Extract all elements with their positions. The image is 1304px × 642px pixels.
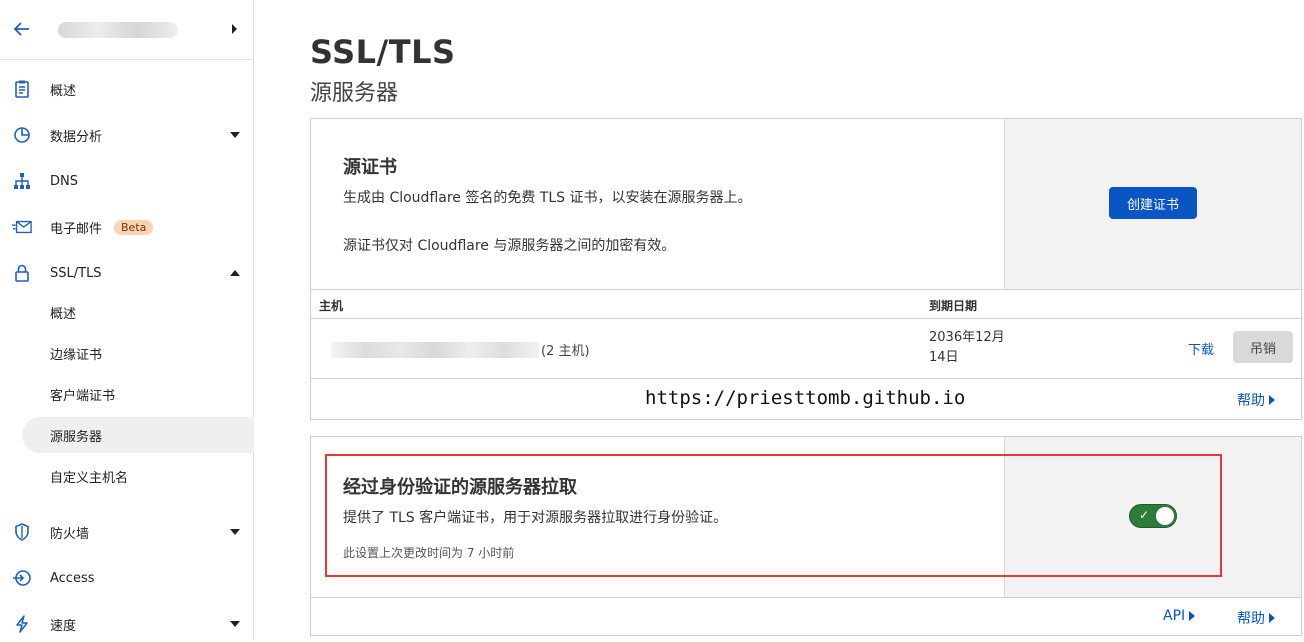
host-count: (2 主机) — [541, 344, 590, 359]
sidebar-item-speed[interactable]: 速度 — [0, 606, 254, 642]
sidebar-subitem-label: 源服务器 — [50, 429, 103, 445]
sidebar-subitem-edge-certificates[interactable]: 边缘证书 — [22, 335, 254, 371]
card-description: 生成由 Cloudflare 签名的免费 TLS 证书，以安装在源服务器上。 — [343, 190, 752, 206]
card-footer: API 帮助 — [311, 597, 1301, 637]
page-subtitle: 源服务器 — [310, 81, 399, 106]
chevron-down-icon — [230, 621, 240, 627]
sidebar-item-ssl-tls[interactable]: SSL/TLS — [0, 255, 254, 291]
highlight-box — [325, 454, 1222, 577]
clipboard-icon — [12, 79, 32, 99]
page-title: SSL/TLS — [310, 33, 456, 71]
sidebar-subitem-custom-hostnames[interactable]: 自定义主机名 — [22, 458, 254, 494]
account-name-blurred — [58, 21, 178, 38]
chevron-down-icon — [230, 132, 240, 138]
sidebar-subitem-client-certificates[interactable]: 客户端证书 — [22, 376, 254, 412]
create-certificate-button[interactable]: 创建证书 — [1109, 187, 1197, 219]
card-description-secondary: 源证书仅对 Cloudflare 与源服务器之间的加密有效。 — [343, 238, 676, 254]
help-link-label: 帮助 — [1237, 393, 1265, 409]
account-switcher[interactable] — [0, 0, 253, 60]
sidebar-item-analytics[interactable]: 数据分析 — [0, 117, 254, 153]
sidebar-item-label: 速度 — [50, 618, 77, 634]
lock-icon — [12, 263, 32, 283]
chevron-down-icon — [230, 529, 240, 535]
sidebar-item-label: DNS — [50, 173, 78, 189]
network-tree-icon — [12, 171, 32, 191]
sidebar-item-label: 数据分析 — [50, 129, 103, 145]
api-link-label: API — [1163, 608, 1186, 624]
watermark-text: https://priesttomb.github.io — [645, 387, 966, 409]
caret-right-icon — [1269, 395, 1275, 405]
chevron-up-icon — [230, 270, 240, 276]
table-row: (2 主机) 2036年12月14日 下载 吊销 — [311, 319, 1303, 379]
email-icon — [12, 217, 32, 237]
sidebar-item-label: Access — [50, 570, 95, 586]
pie-chart-icon — [12, 125, 32, 145]
sidebar-item-firewall[interactable]: 防火墙 — [0, 514, 254, 550]
beta-badge: Beta — [114, 219, 154, 235]
sidebar-item-access[interactable]: Access — [0, 560, 254, 596]
caret-right-icon — [1269, 613, 1275, 623]
download-link[interactable]: 下载 — [1188, 339, 1214, 358]
card-action-panel: 创建证书 — [1004, 119, 1301, 289]
access-login-icon — [12, 568, 32, 588]
sidebar: 概述 数据分析 DNS 电子邮件 Beta SSL/TLS 概述 边缘证书 客户… — [0, 0, 254, 640]
column-header-host: 主机 — [319, 299, 344, 313]
sidebar-subitem-label: 边缘证书 — [50, 347, 103, 363]
sidebar-subitem-overview[interactable]: 概述 — [22, 294, 254, 330]
shield-icon — [12, 522, 32, 542]
expiry-date: 2036年12月14日 — [929, 330, 1005, 365]
sidebar-item-label: 防火墙 — [50, 526, 90, 542]
help-link-label: 帮助 — [1237, 611, 1265, 627]
revoke-button[interactable]: 吊销 — [1233, 331, 1293, 363]
hostname-blurred — [331, 342, 539, 358]
caret-right-icon — [1189, 611, 1196, 621]
card-heading: 源证书 — [343, 157, 397, 178]
sidebar-item-email[interactable]: 电子邮件 Beta — [0, 209, 254, 245]
sidebar-subitem-label: 自定义主机名 — [50, 470, 129, 486]
column-header-expiry: 到期日期 — [929, 299, 978, 313]
sidebar-item-label: SSL/TLS — [50, 265, 102, 281]
origin-certificates-card: 创建证书 源证书 生成由 Cloudflare 签名的免费 TLS 证书，以安装… — [310, 118, 1303, 420]
sidebar-item-label: 电子邮件 — [50, 221, 103, 237]
help-link[interactable]: 帮助 — [1237, 390, 1275, 410]
certificates-table-header: 主机 到期日期 — [311, 289, 1303, 319]
sidebar-item-overview[interactable]: 概述 — [0, 71, 254, 107]
account-expand-icon[interactable] — [232, 24, 237, 34]
sidebar-subitem-label: 客户端证书 — [50, 388, 116, 404]
authenticated-origin-pulls-card: ✓ 经过身份验证的源服务器拉取 提供了 TLS 客户端证书，用于对源服务器拉取进… — [310, 436, 1302, 636]
api-link[interactable]: API — [1163, 608, 1196, 624]
sidebar-subitem-origin-server[interactable]: 源服务器 — [22, 417, 254, 453]
sidebar-item-label: 概述 — [50, 83, 77, 99]
sidebar-item-dns[interactable]: DNS — [0, 163, 254, 199]
back-arrow-icon[interactable] — [12, 19, 34, 41]
help-link[interactable]: 帮助 — [1237, 608, 1275, 628]
lightning-icon — [12, 614, 32, 634]
sidebar-subitem-label: 概述 — [50, 306, 77, 322]
